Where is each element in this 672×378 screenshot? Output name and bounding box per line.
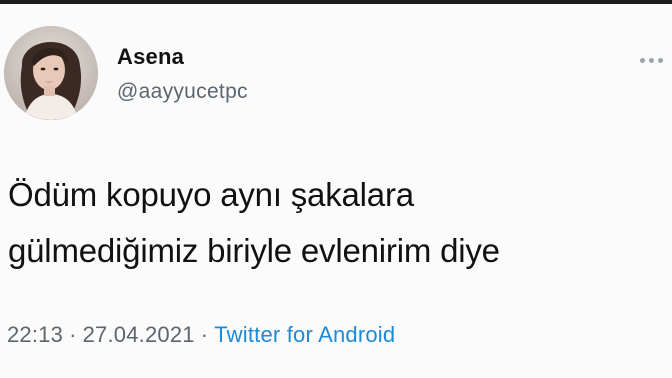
avatar[interactable] (4, 26, 98, 120)
tweet-date[interactable]: 27.04.2021 (83, 322, 195, 347)
tweet-card: Asena @aayyucetpc Ödüm kopuyo aynı şakal… (0, 4, 672, 378)
tweet-source-link[interactable]: Twitter for Android (214, 322, 395, 347)
tweet-time[interactable]: 22:13 (7, 322, 63, 347)
avatar-image (4, 26, 98, 120)
meta-separator: · (200, 322, 209, 347)
more-horizontal-icon[interactable] (640, 52, 670, 68)
screenshot-frame: Asena @aayyucetpc Ödüm kopuyo aynı şakal… (0, 0, 672, 378)
tweet-text: Ödüm kopuyo aynı şakalara gülmediğimiz b… (8, 167, 658, 279)
author-handle[interactable]: @aayyucetpc (117, 80, 248, 104)
dot-icon (658, 57, 663, 63)
dot-icon (649, 57, 654, 63)
tweet-text-line: gülmediğimiz biriyle evlenirim diye (8, 232, 500, 269)
tweet-meta: 22:13 · 27.04.2021 · Twitter for Android (7, 322, 395, 348)
meta-separator: · (69, 322, 77, 347)
author-name[interactable]: Asena (117, 44, 184, 70)
dot-icon (640, 57, 645, 63)
tweet-text-line: Ödüm kopuyo aynı şakalara (8, 176, 414, 213)
